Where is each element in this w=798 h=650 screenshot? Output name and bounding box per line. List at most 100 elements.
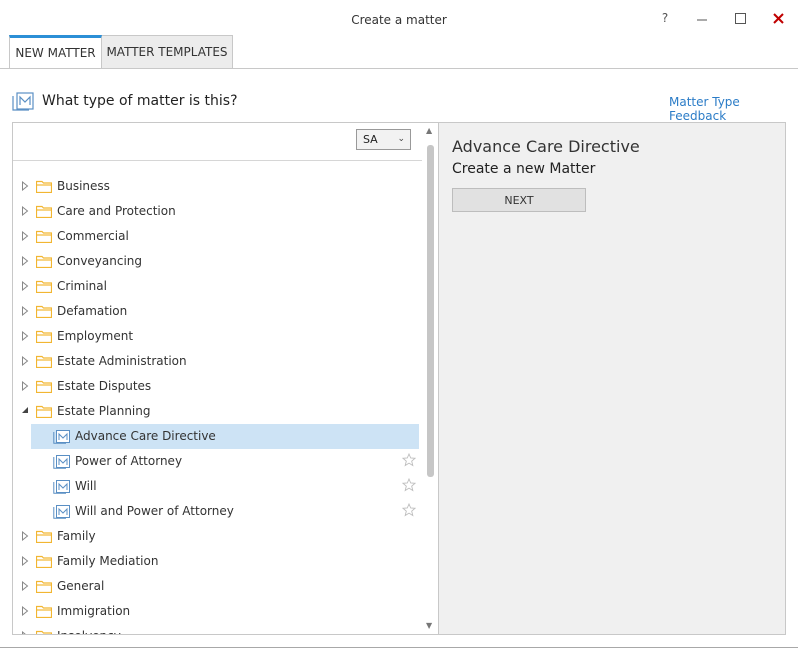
matter-icon [53, 454, 70, 469]
tree-folder-item[interactable]: Family [13, 524, 421, 549]
tree-folder-item[interactable]: Insolvency [13, 624, 421, 634]
tree-matter-item[interactable]: Will [13, 474, 421, 499]
folder-icon [35, 230, 53, 244]
triangle-right-icon[interactable] [21, 205, 29, 217]
triangle-right-icon[interactable] [21, 305, 29, 317]
matter-type-tree: Business Care and Protection Commercial Con… [13, 174, 421, 634]
tree-matter-label: Will [75, 479, 97, 493]
folder-icon [35, 605, 53, 619]
folder-icon [35, 630, 53, 634]
next-button[interactable]: NEXT [452, 188, 586, 212]
tree-matter-item[interactable]: Advance Care Directive [13, 424, 421, 449]
folder-icon [35, 205, 53, 219]
tree-folder-item[interactable]: Conveyancing [13, 249, 421, 274]
folder-icon [35, 305, 53, 319]
scroll-down-icon[interactable]: ▼ [426, 621, 432, 630]
tree-folder-item[interactable]: Family Mediation [13, 549, 421, 574]
matter-type-feedback-link[interactable]: Matter Type Feedback [669, 95, 798, 123]
tree-folder-item[interactable]: Estate Planning [13, 399, 421, 424]
page-title: What type of matter is this? [42, 93, 238, 109]
detail-subtitle: Create a new Matter [452, 161, 596, 177]
triangle-right-icon[interactable] [21, 230, 29, 242]
bottom-divider [0, 647, 798, 648]
minimize-button[interactable] [690, 8, 714, 28]
star-outline-icon[interactable] [401, 452, 417, 467]
folder-icon [35, 405, 53, 419]
heading: What type of matter is this? [12, 91, 238, 111]
tree-folder-label: Conveyancing [57, 254, 143, 268]
tab-divider [0, 68, 798, 69]
triangle-right-icon[interactable] [21, 605, 29, 617]
tab-matter-templates[interactable]: MATTER TEMPLATES [102, 35, 233, 69]
tree-folder-item[interactable]: Employment [13, 324, 421, 349]
scroll-up-icon[interactable]: ▲ [426, 126, 432, 135]
tree-matter-label: Will and Power of Attorney [75, 504, 234, 518]
detail-panel: Advance Care Directive Create a new Matt… [438, 122, 786, 635]
tree-folder-label: Family [57, 529, 96, 543]
star-outline-icon[interactable] [401, 502, 417, 517]
triangle-right-icon[interactable] [21, 530, 29, 542]
tree-folder-label: Employment [57, 329, 134, 343]
folder-icon [35, 355, 53, 369]
triangle-right-icon[interactable] [21, 330, 29, 342]
tab-bar: NEW MATTER MATTER TEMPLATES [9, 35, 233, 69]
folder-icon [35, 530, 53, 544]
scroll-thumb[interactable] [427, 145, 434, 477]
close-button[interactable] [766, 8, 790, 28]
tree-folder-item[interactable]: General [13, 574, 421, 599]
triangle-down-icon[interactable] [21, 406, 29, 416]
tree-folder-item[interactable]: Business [13, 174, 421, 199]
tree-folder-item[interactable]: Immigration [13, 599, 421, 624]
tree-folder-label: Criminal [57, 279, 107, 293]
detail-title: Advance Care Directive [452, 137, 640, 156]
tree-folder-label: Insolvency [57, 629, 121, 634]
tree-matter-item[interactable]: Will and Power of Attorney [13, 499, 421, 524]
folder-icon [35, 330, 53, 344]
matter-icon [53, 479, 70, 494]
triangle-right-icon[interactable] [21, 180, 29, 192]
triangle-right-icon[interactable] [21, 555, 29, 567]
folder-icon [35, 580, 53, 594]
tree-folder-label: Immigration [57, 604, 131, 618]
tree-folder-item[interactable]: Defamation [13, 299, 421, 324]
folder-icon [35, 180, 53, 194]
tree-folder-label: Commercial [57, 229, 129, 243]
tree-folder-item[interactable]: Criminal [13, 274, 421, 299]
scrollbar[interactable]: ▲ ▼ [422, 123, 438, 634]
folder-icon [35, 555, 53, 569]
triangle-right-icon[interactable] [21, 380, 29, 392]
tree-folder-label: Business [57, 179, 110, 193]
folder-icon [35, 255, 53, 269]
folder-icon [35, 380, 53, 394]
maximize-icon [734, 12, 746, 24]
triangle-right-icon[interactable] [21, 280, 29, 292]
panel-divider [13, 160, 422, 161]
tree-folder-label: General [57, 579, 105, 593]
state-select-value: SA [363, 133, 378, 146]
tab-new-matter[interactable]: NEW MATTER [9, 35, 102, 69]
triangle-right-icon[interactable] [21, 630, 29, 634]
tree-folder-item[interactable]: Estate Disputes [13, 374, 421, 399]
triangle-right-icon[interactable] [21, 580, 29, 592]
triangle-right-icon[interactable] [21, 355, 29, 367]
tree-folder-item[interactable]: Care and Protection [13, 199, 421, 224]
tree-matter-label: Advance Care Directive [75, 429, 216, 443]
tree-folder-label: Estate Administration [57, 354, 187, 368]
triangle-right-icon[interactable] [21, 255, 29, 267]
help-button[interactable]: ? [653, 8, 677, 28]
folder-icon [35, 280, 53, 294]
minimize-icon [697, 19, 707, 21]
tree-folder-item[interactable]: Commercial [13, 224, 421, 249]
tree-folder-label: Estate Planning [57, 404, 151, 418]
maximize-button[interactable] [728, 8, 752, 28]
tree-matter-item[interactable]: Power of Attorney [13, 449, 421, 474]
tree-folder-item[interactable]: Estate Administration [13, 349, 421, 374]
star-outline-icon[interactable] [401, 477, 417, 492]
state-select[interactable]: SA ⌄ [356, 129, 411, 150]
tree-matter-label: Power of Attorney [75, 454, 183, 468]
chevron-down-icon: ⌄ [397, 134, 405, 144]
close-icon [772, 12, 784, 24]
tree-folder-label: Care and Protection [57, 204, 176, 218]
matter-icon [12, 92, 34, 111]
window-title: Create a matter [351, 13, 447, 27]
